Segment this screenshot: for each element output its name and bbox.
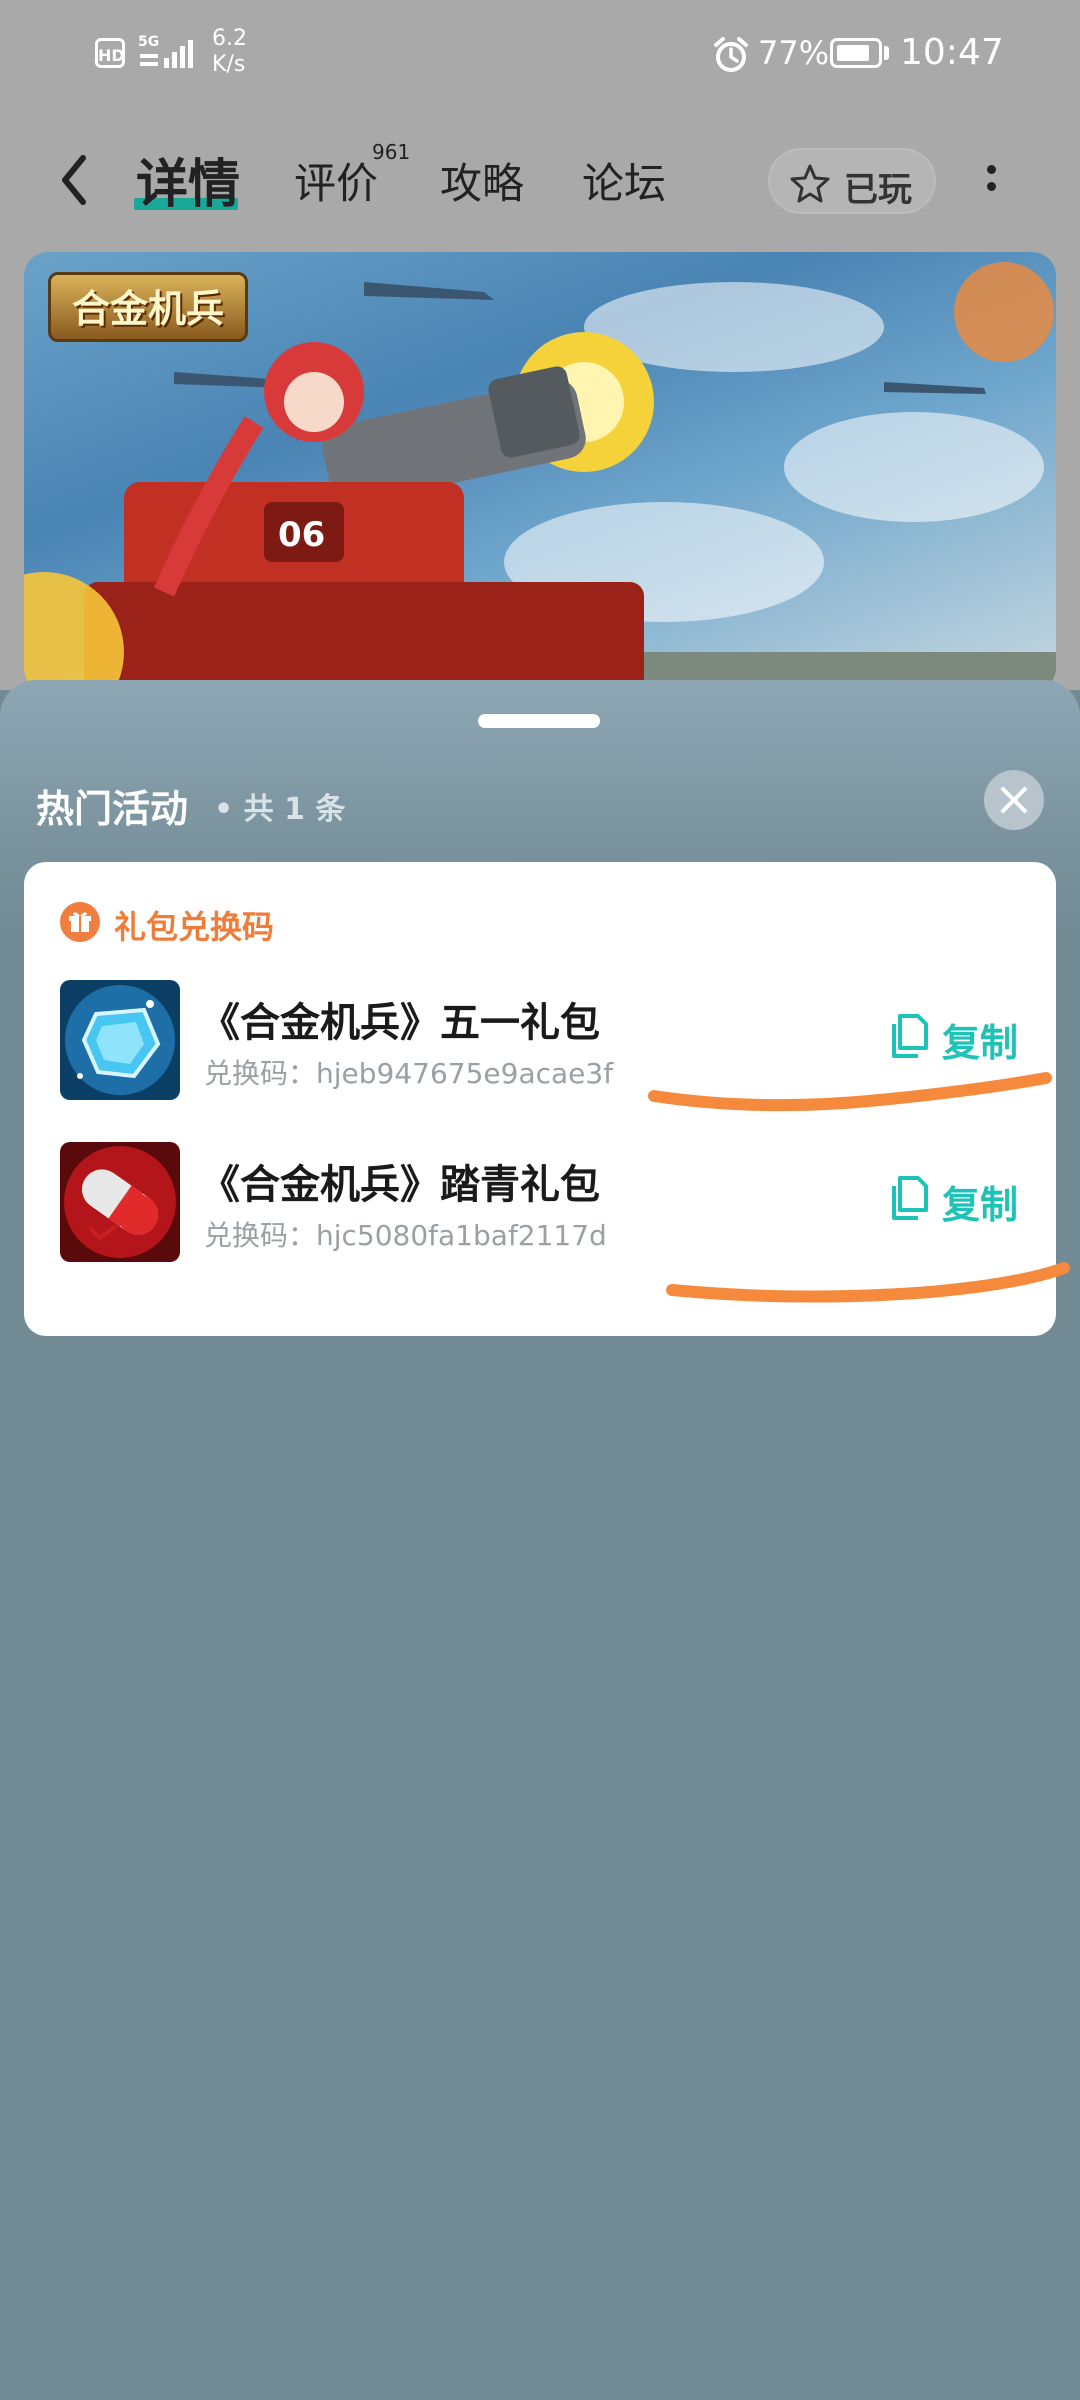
hd-indicator: HD (95, 38, 125, 68)
star-icon (790, 164, 830, 203)
sheet-count: • 共 1 条 (214, 792, 346, 827)
cellular-signal-icon: 5G (138, 32, 202, 76)
played-label: 已玩 (844, 170, 912, 210)
copy-button[interactable]: 复制 (886, 1010, 1036, 1066)
sheet-title: 热门活动 (36, 787, 189, 831)
tab-reviews[interactable]: 评价 (294, 150, 378, 211)
tab-details[interactable]: 详情 (136, 142, 240, 217)
copy-icon (892, 1176, 928, 1220)
gift-row: 《合金机兵》五一礼包 兑换码：hjeb947675e9acae3f 复制 (60, 980, 1040, 1104)
back-arrow-icon (62, 155, 86, 205)
network-speed: 6.2 K/s (212, 26, 247, 78)
game-banner[interactable]: 06 合金机兵 (24, 252, 1056, 692)
copy-button[interactable]: 复制 (886, 1172, 1036, 1228)
reviews-count-badge: 961 (372, 140, 411, 164)
gift-row: 《合金机兵》踏青礼包 兑换码：hjc5080fa1baf2117d 复制 (60, 1142, 1040, 1266)
close-icon (1001, 787, 1027, 813)
svg-text:06: 06 (278, 515, 325, 555)
hot-activities-sheet: 热门活动 • 共 1 条 礼包兑换码 《合金机兵》五一礼包 兑换码：hjeb94… (0, 680, 1080, 2400)
battery-tip (884, 46, 889, 60)
copy-icon (892, 1014, 928, 1058)
gift-icon (60, 902, 100, 942)
copy-label: 复制 (942, 1021, 1019, 1065)
sheet-drag-handle[interactable] (478, 714, 600, 728)
gift-name: 《合金机兵》踏青礼包 (200, 1162, 600, 1208)
tab-guides[interactable]: 攻略 (440, 150, 524, 211)
gift-code-card: 礼包兑换码 《合金机兵》五一礼包 兑换码：hjeb947675e9acae3f (24, 862, 1056, 1336)
gift-name: 《合金机兵》五一礼包 (200, 1000, 600, 1046)
tab-forum[interactable]: 论坛 (582, 150, 666, 211)
alarm-icon (712, 36, 750, 78)
close-button[interactable] (984, 770, 1044, 830)
network-speed-value: 6.2 (212, 26, 247, 51)
clock: 10:47 (900, 32, 1004, 73)
status-bar: HD 5G 6.2 K/s 77% 10:47 (0, 0, 1080, 110)
played-button[interactable]: 已玩 (768, 148, 936, 214)
section-title: 礼包兑换码 (114, 908, 275, 946)
battery-icon (830, 38, 882, 68)
gift-code: 兑换码：hjc5080fa1baf2117d (204, 1219, 607, 1252)
svg-text:5G: 5G (138, 34, 159, 50)
network-speed-unit: K/s (212, 52, 246, 77)
gift-code: 兑换码：hjeb947675e9acae3f (204, 1057, 614, 1090)
game-logo: 合金机兵 (48, 272, 248, 342)
blue-crystal-icon (60, 980, 180, 1100)
battery-percent: 77% (758, 34, 830, 72)
more-options-button[interactable] (976, 160, 1006, 204)
more-dot-icon (986, 165, 996, 174)
back-button[interactable] (55, 150, 105, 210)
red-capsule-icon (60, 1142, 180, 1262)
copy-label: 复制 (942, 1183, 1019, 1227)
more-dot-icon (986, 182, 996, 191)
